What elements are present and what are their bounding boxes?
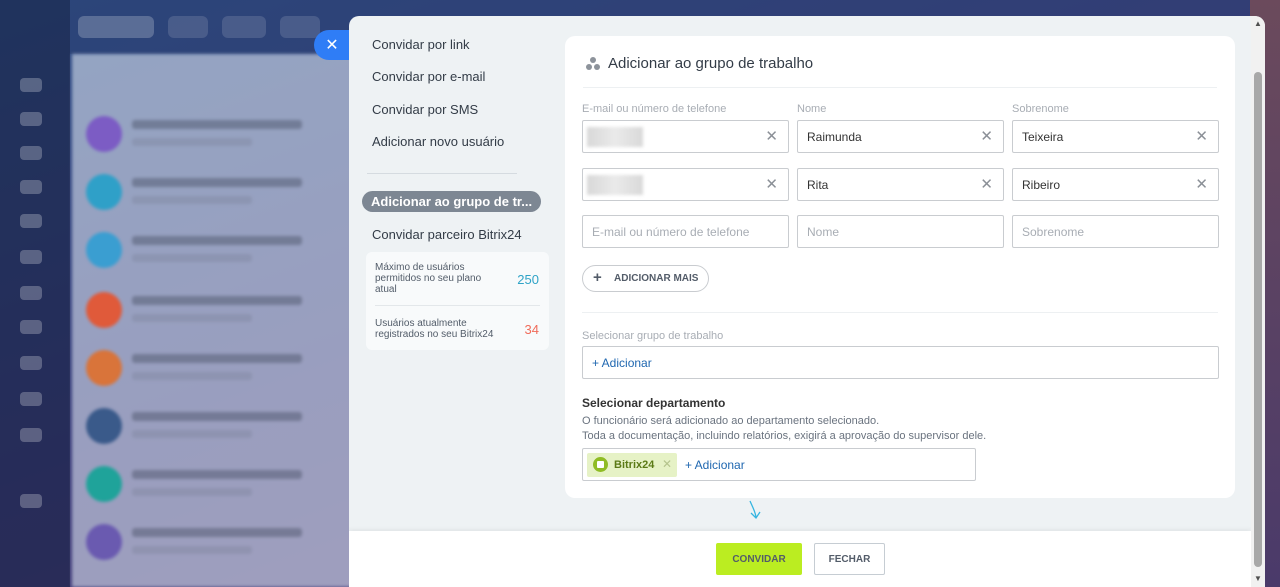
menu-item-invite-sms[interactable]: Convidar por SMS xyxy=(372,102,478,117)
stat-value: 250 xyxy=(517,272,539,287)
name-field[interactable]: Nome xyxy=(797,215,1004,248)
department-icon xyxy=(593,457,608,472)
close-button[interactable]: FECHAR xyxy=(814,543,885,575)
invite-menu: Convidar por link Convidar por e-mail Co… xyxy=(349,16,557,531)
field-value: Raimunda xyxy=(807,130,862,144)
scrollbar[interactable]: ▲ ▼ xyxy=(1251,16,1265,587)
clear-icon[interactable]: ✕ xyxy=(1195,127,1208,145)
close-slider-button[interactable]: ✕ xyxy=(314,30,350,60)
background-chat-list xyxy=(72,54,362,587)
clear-icon[interactable]: ✕ xyxy=(980,127,993,145)
field-value: Ribeiro xyxy=(1022,178,1061,192)
scroll-up-icon[interactable]: ▲ xyxy=(1254,19,1262,28)
section-divider xyxy=(582,312,1218,313)
stat-label: Máximo de usuários permitidos no seu pla… xyxy=(375,262,482,295)
email-field[interactable]: ✕ xyxy=(582,168,789,201)
menu-divider xyxy=(367,173,517,174)
user-stats: Máximo de usuários permitidos no seu pla… xyxy=(366,252,549,350)
add-to-workgroup-card: Adicionar ao grupo de trabalho E-mail ou… xyxy=(565,36,1235,498)
stat-divider xyxy=(375,305,540,306)
scrollbar-thumb[interactable] xyxy=(1254,72,1262,567)
plus-icon: + xyxy=(593,269,602,286)
surname-field[interactable]: Sobrenome xyxy=(1012,215,1219,248)
scroll-down-icon[interactable]: ▼ xyxy=(1254,574,1262,583)
workgroup-label: Selecionar grupo de trabalho xyxy=(582,330,724,342)
name-field[interactable]: Raimunda ✕ xyxy=(797,120,1004,153)
department-chip: Bitrix24 ✕ xyxy=(587,453,677,477)
department-chip-label: Bitrix24 xyxy=(614,459,655,471)
card-header: Adicionar ao grupo de trabalho xyxy=(583,53,1217,88)
invite-slider: Convidar por link Convidar por e-mail Co… xyxy=(349,16,1265,587)
department-description: O funcionário será adicionado ao departa… xyxy=(582,415,880,427)
add-workgroup-link[interactable]: + Adicionar xyxy=(592,356,652,370)
column-label-name: Nome xyxy=(797,103,827,115)
close-icon: ✕ xyxy=(325,37,339,54)
card-title: Adicionar ao grupo de trabalho xyxy=(608,55,814,72)
column-label-email: E-mail ou número de telefone xyxy=(582,103,727,115)
surname-field[interactable]: Ribeiro ✕ xyxy=(1012,168,1219,201)
department-description: Toda a documentação, incluindo relatório… xyxy=(582,430,987,442)
stat-value: 34 xyxy=(524,322,539,337)
field-value: Teixeira xyxy=(1022,130,1064,144)
email-field[interactable]: E-mail ou número de telefone xyxy=(582,215,789,248)
group-icon xyxy=(585,57,601,71)
menu-item-add-to-workgroup[interactable]: Adicionar ao grupo de tr... xyxy=(362,191,542,212)
field-placeholder: Nome xyxy=(807,225,840,239)
workgroup-selector[interactable]: + Adicionar xyxy=(582,346,1219,379)
field-value: Rita xyxy=(807,178,829,192)
background-sidebar xyxy=(0,0,70,587)
clear-icon[interactable]: ✕ xyxy=(1195,175,1208,193)
remove-chip-icon[interactable]: ✕ xyxy=(662,457,672,471)
menu-item-invite-email[interactable]: Convidar por e-mail xyxy=(372,69,485,84)
redacted-value xyxy=(587,175,643,195)
redacted-value xyxy=(587,127,643,147)
footer-bar: CONVIDAR FECHAR xyxy=(349,531,1251,587)
menu-item-invite-link[interactable]: Convidar por link xyxy=(372,37,470,52)
clear-icon[interactable]: ✕ xyxy=(765,175,778,193)
clear-icon[interactable]: ✕ xyxy=(765,127,778,145)
add-more-label: ADICIONAR MAIS xyxy=(614,273,699,284)
field-placeholder: Sobrenome xyxy=(1022,225,1085,239)
surname-field[interactable]: Teixeira ✕ xyxy=(1012,120,1219,153)
invite-button[interactable]: CONVIDAR xyxy=(716,543,802,575)
menu-item-invite-partner[interactable]: Convidar parceiro Bitrix24 xyxy=(372,227,522,242)
column-label-surname: Sobrenome xyxy=(1012,103,1069,115)
department-title: Selecionar departamento xyxy=(582,396,726,410)
arrow-down-icon xyxy=(749,500,761,520)
add-more-button[interactable]: + ADICIONAR MAIS xyxy=(582,265,709,292)
name-field[interactable]: Rita ✕ xyxy=(797,168,1004,201)
add-department-link[interactable]: + Adicionar xyxy=(685,458,745,472)
menu-item-add-user[interactable]: Adicionar novo usuário xyxy=(372,134,504,149)
field-placeholder: E-mail ou número de telefone xyxy=(592,225,750,239)
department-selector[interactable]: Bitrix24 ✕ + Adicionar xyxy=(582,448,976,481)
clear-icon[interactable]: ✕ xyxy=(980,175,993,193)
stat-label: Usuários atualmente registrados no seu B… xyxy=(375,318,494,340)
email-field[interactable]: ✕ xyxy=(582,120,789,153)
